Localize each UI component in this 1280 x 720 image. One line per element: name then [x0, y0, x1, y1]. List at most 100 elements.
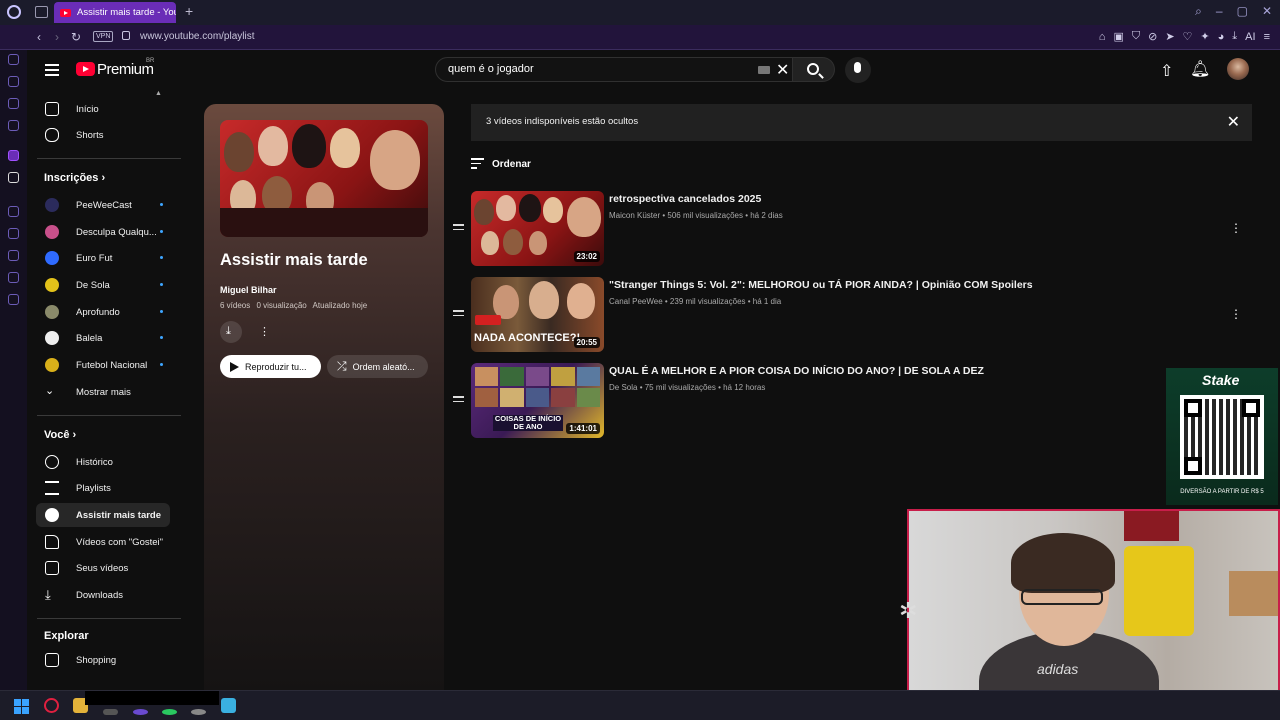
you-header[interactable]: Você ›	[44, 429, 76, 441]
download-playlist-button[interactable]: ⤓	[220, 321, 242, 343]
hamburger-icon[interactable]	[45, 64, 59, 79]
more-vert-icon[interactable]: ⋮	[1230, 221, 1242, 235]
sidebar-item-watch-later[interactable]: Assistir mais tarde	[36, 503, 170, 527]
opera-taskbar-icon[interactable]	[44, 698, 59, 713]
extensions-icon[interactable]: ✦	[1200, 30, 1209, 43]
sidebar-item-history[interactable]: Histórico	[36, 450, 170, 474]
channel-name[interactable]: De Sola	[609, 383, 637, 392]
playlist-more-button[interactable]: ⋮	[250, 321, 272, 343]
pinboard-icon[interactable]	[8, 250, 19, 261]
bookmark-icon[interactable]: ⌂	[1099, 31, 1106, 43]
sidebar-item-subscription[interactable]: Balela	[36, 326, 170, 350]
aria-icon[interactable]	[8, 54, 19, 65]
search-box[interactable]: quem é o jogador ✕	[435, 57, 793, 82]
sidebar-item-playlists[interactable]: Playlists	[36, 476, 170, 500]
playlist-owner[interactable]: Miguel Bilhar	[220, 285, 277, 295]
close-icon[interactable]: ✕	[1227, 112, 1240, 132]
profile-icon[interactable]: ◕	[1218, 31, 1225, 43]
url-field[interactable]: www.youtube.com/playlist	[140, 31, 255, 42]
channel-name[interactable]: Canal PeeWee	[609, 297, 663, 306]
settings-icon[interactable]	[8, 294, 19, 305]
twitch-icon[interactable]	[8, 150, 19, 161]
close-window-icon[interactable]: ✕	[1262, 4, 1272, 19]
subscriptions-header[interactable]: Inscrições ›	[44, 172, 105, 184]
forward-icon[interactable]: ›	[55, 30, 59, 44]
browser-tab[interactable]: Assistir mais tarde - YouTube	[54, 2, 176, 23]
sidebar-item-downloads[interactable]: ⤓ Downloads	[36, 583, 170, 607]
playlist-video-item[interactable]: COISAS DE INÍCIO DE ANO 1:41:01 QUAL É A…	[450, 363, 1250, 439]
taskbar-app-icon[interactable]	[103, 709, 118, 715]
sort-button[interactable]: Ordenar	[471, 158, 531, 172]
video-title[interactable]: "Stranger Things 5: Vol. 2": MELHOROU ou…	[609, 279, 1033, 291]
sidebar-item-subscription[interactable]: De Sola	[36, 273, 170, 297]
windows-start-icon[interactable]	[14, 699, 29, 714]
taskbar-app-icon[interactable]	[162, 709, 177, 715]
search-tabs-icon[interactable]: ⌕	[1195, 4, 1202, 19]
new-tab-icon[interactable]: +	[185, 3, 193, 19]
maximize-icon[interactable]: ▢	[1237, 4, 1248, 19]
drag-handle-icon[interactable]	[453, 224, 464, 233]
history-panel-icon[interactable]	[8, 206, 19, 217]
messenger-icon[interactable]	[8, 98, 19, 109]
x-icon[interactable]	[8, 172, 19, 183]
back-icon[interactable]: ‹	[37, 30, 41, 44]
bookmarks-panel-icon[interactable]	[8, 228, 19, 239]
reload-icon[interactable]: ↻	[71, 30, 81, 44]
snapshot-icon[interactable]: ▣	[1113, 30, 1123, 43]
sidebar-item-shorts[interactable]: Shorts	[36, 123, 170, 147]
voice-search-button[interactable]	[845, 57, 871, 83]
sidebar-scroll-up-icon[interactable]: ▲	[155, 90, 162, 97]
search-input[interactable]: quem é o jogador	[448, 63, 534, 75]
play-all-button[interactable]: Reproduzir tu...	[220, 355, 321, 378]
playlist-thumbnail[interactable]	[220, 120, 428, 237]
sidebar-item-subscription[interactable]: PeeWeeCast	[36, 193, 170, 217]
heart-icon[interactable]: ♡	[1183, 30, 1193, 43]
bell-icon[interactable]: 🔔︎	[1190, 59, 1210, 79]
drag-handle-icon[interactable]	[453, 310, 464, 319]
shuffle-button[interactable]: ⤮ Ordem aleató...	[327, 355, 428, 378]
shield-icon[interactable]: ⛉	[1132, 30, 1140, 43]
sidebar-item-subscription[interactable]: Aprofundo	[36, 300, 170, 324]
keyboard-icon[interactable]	[758, 66, 770, 74]
extensions-panel-icon[interactable]	[8, 272, 19, 283]
youtube-logo-icon[interactable]	[76, 62, 95, 76]
playlist-video-item[interactable]: 23:02 retrospectiva cancelados 2025 Maic…	[450, 191, 1250, 267]
music-icon[interactable]	[8, 120, 19, 131]
sidebar-item-subscription[interactable]: Futebol Nacional	[36, 353, 170, 377]
sidebar-item-shopping[interactable]: Shopping	[36, 648, 170, 672]
opera-logo-icon[interactable]	[7, 5, 21, 19]
ad-block-icon[interactable]: ⊘	[1148, 30, 1157, 43]
menu-icon[interactable]: ≡	[1264, 31, 1270, 43]
workspace-icon[interactable]	[8, 76, 19, 87]
sidebar-item-your-videos[interactable]: Seus vídeos	[36, 556, 170, 580]
tab-overview-icon[interactable]	[35, 6, 48, 18]
video-title[interactable]: retrospectiva cancelados 2025	[609, 193, 761, 205]
download-browser-icon[interactable]: ⤓	[1232, 30, 1237, 43]
vpn-badge[interactable]: VPN	[93, 31, 114, 42]
avatar[interactable]	[1227, 58, 1249, 80]
show-more-button[interactable]: ⌄ Mostrar mais	[36, 380, 170, 404]
drag-handle-icon[interactable]	[453, 396, 464, 405]
channel-name[interactable]: Maicon Küster	[609, 211, 660, 220]
notepad-icon[interactable]	[221, 698, 236, 713]
sidebar-item-subscription[interactable]: Euro Fut	[36, 246, 170, 270]
ai-button[interactable]: AI	[1245, 31, 1255, 43]
video-thumbnail[interactable]: NADA ACONTECE?! 20:55	[471, 277, 604, 352]
send-icon[interactable]: ➤	[1165, 30, 1174, 43]
minimize-icon[interactable]: –	[1216, 4, 1223, 19]
video-duration: 20:55	[573, 337, 600, 348]
playlist-video-item[interactable]: NADA ACONTECE?! 20:55 "Stranger Things 5…	[450, 277, 1250, 353]
taskbar-app-icon[interactable]	[133, 709, 148, 715]
lock-icon[interactable]	[122, 31, 130, 40]
video-thumbnail[interactable]: 23:02	[471, 191, 604, 266]
upload-icon[interactable]: ⇧	[1160, 61, 1173, 81]
more-vert-icon[interactable]: ⋮	[1230, 307, 1242, 321]
sidebar-item-liked-videos[interactable]: Vídeos com "Gostei"	[36, 530, 170, 554]
search-button[interactable]	[793, 57, 835, 82]
video-title[interactable]: QUAL É A MELHOR E A PIOR COISA DO INÍCIO…	[609, 365, 984, 377]
taskbar-app-icon[interactable]	[191, 709, 206, 715]
clear-search-icon[interactable]: ✕	[776, 60, 789, 80]
sidebar-item-home[interactable]: Início	[36, 97, 170, 121]
sidebar-item-subscription[interactable]: Desculpa Qualqu...	[36, 220, 170, 244]
video-thumbnail[interactable]: COISAS DE INÍCIO DE ANO 1:41:01	[471, 363, 604, 438]
